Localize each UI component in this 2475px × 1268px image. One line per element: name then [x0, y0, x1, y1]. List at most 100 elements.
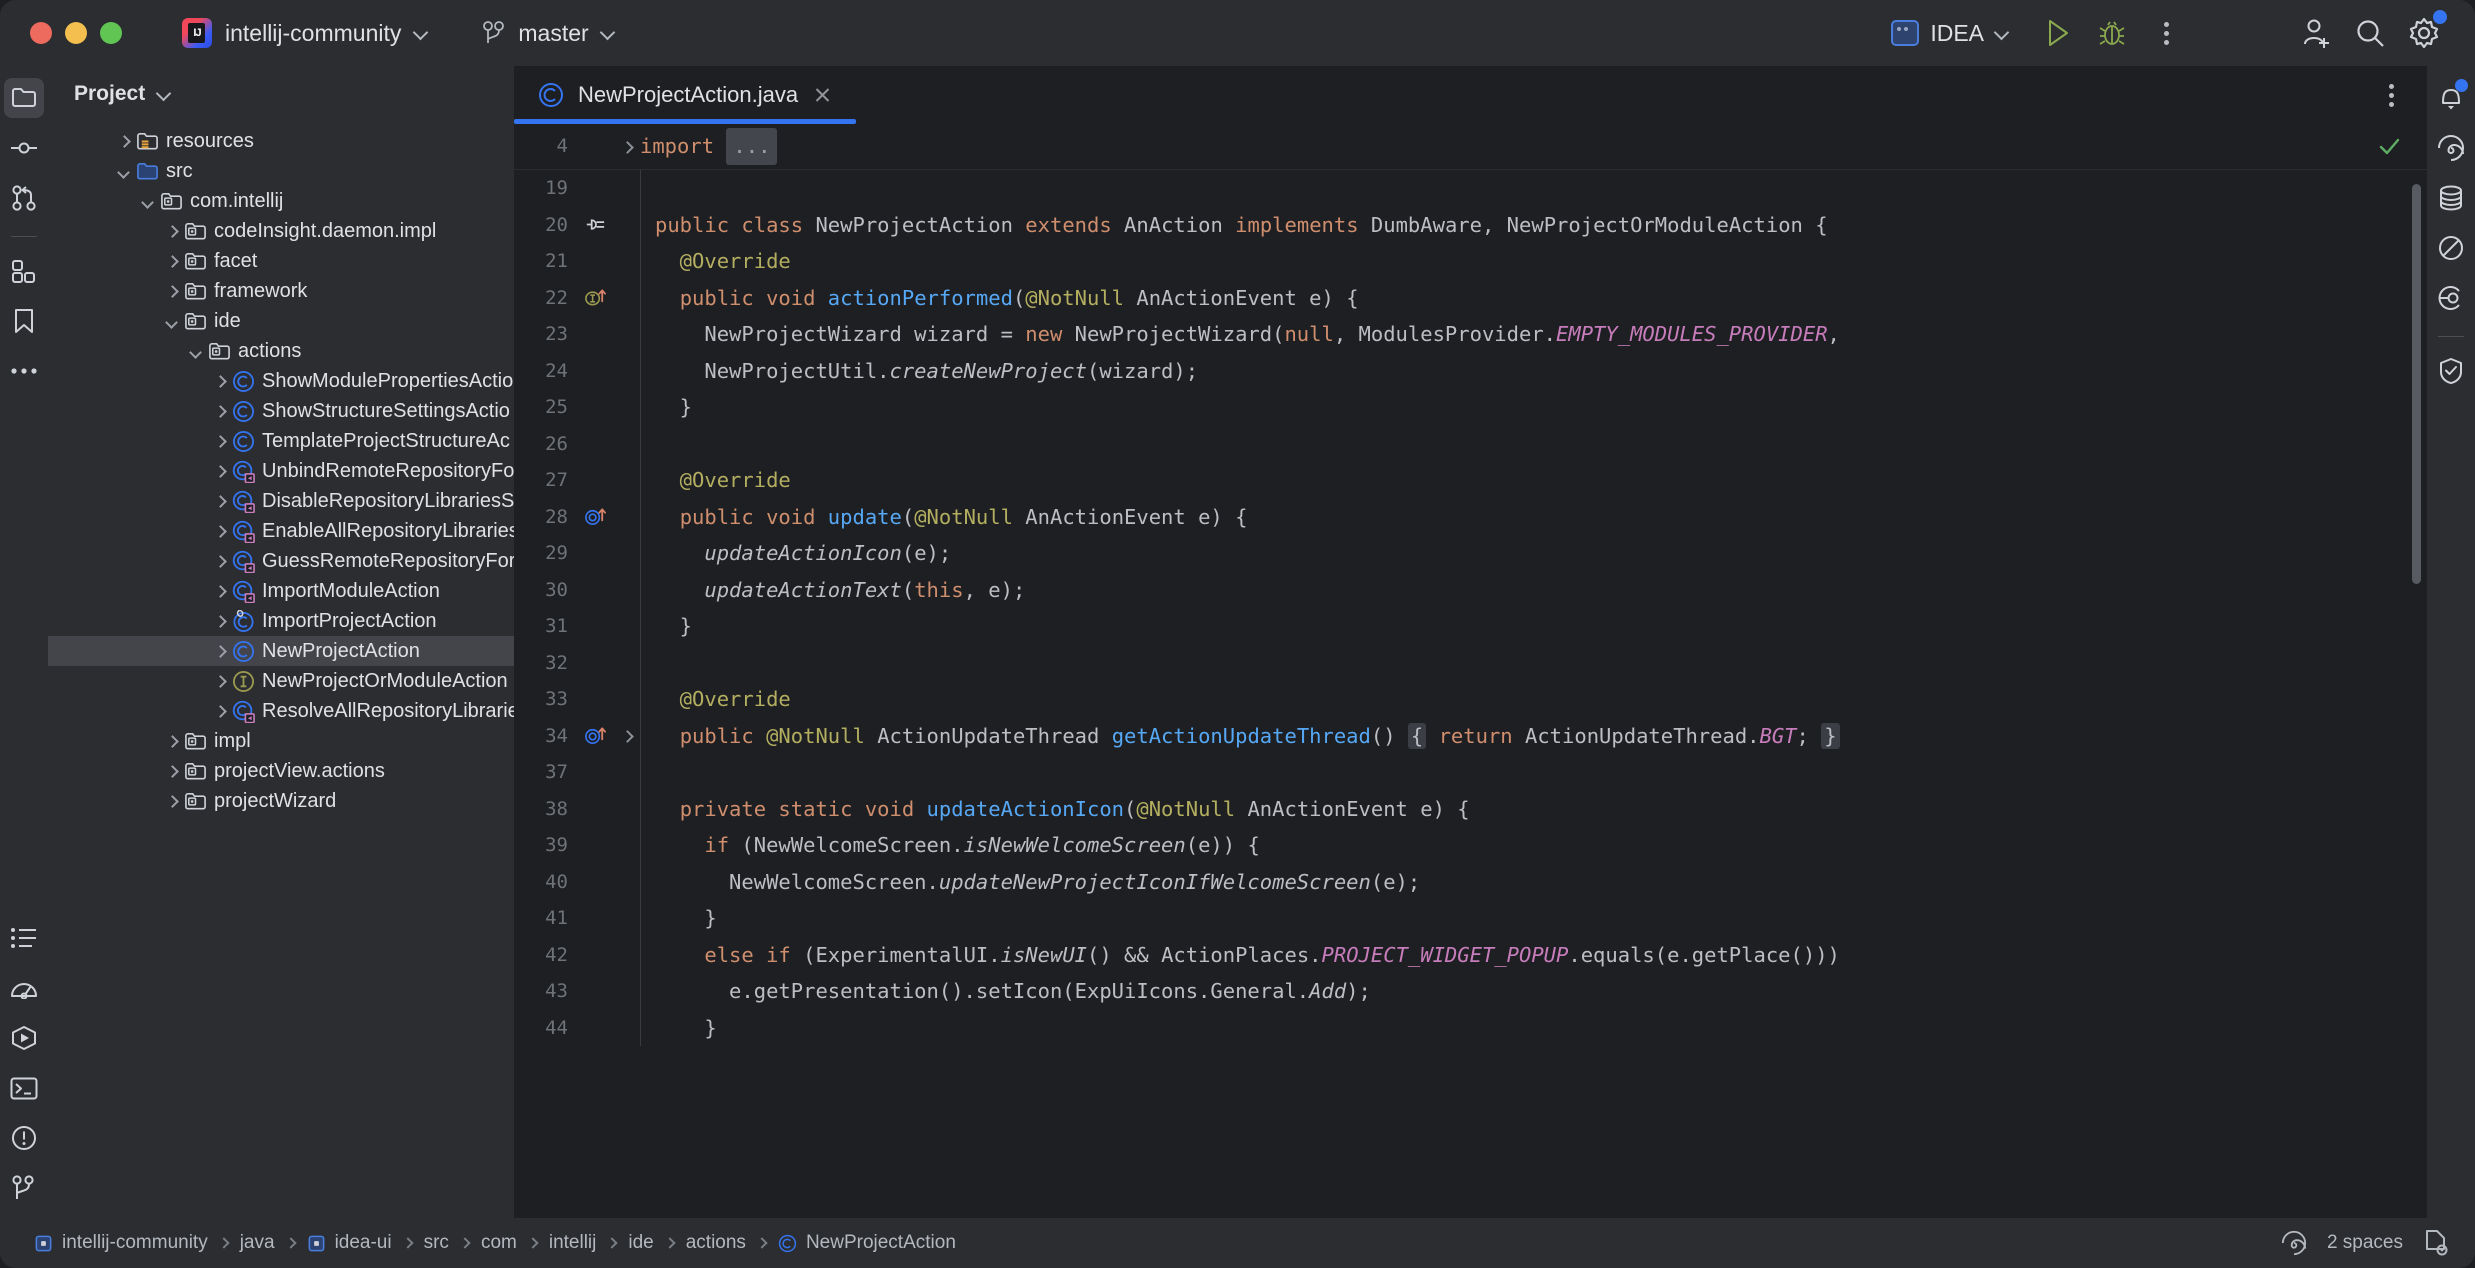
- run-button[interactable]: [2031, 6, 2085, 60]
- code-line[interactable]: 19: [514, 170, 2427, 207]
- breadcrumb[interactable]: intellij-community java idea-ui srccom intel…: [24, 1230, 966, 1256]
- sidebar-item-run[interactable]: [4, 1018, 44, 1058]
- breadcrumb-item[interactable]: src: [414, 1230, 459, 1256]
- gutter-marker[interactable]: [576, 505, 614, 528]
- tree-expand-toggle[interactable]: [208, 676, 230, 687]
- code-line[interactable]: 28 public void update(@NotNull AnActionE…: [514, 499, 2427, 536]
- code-line[interactable]: 33 @Override: [514, 681, 2427, 718]
- tree-item-showstructuresettingsactio[interactable]: ShowStructureSettingsActio: [48, 396, 514, 426]
- sidebar-item-ai-assistant[interactable]: [2431, 128, 2471, 168]
- sidebar-item-profiler[interactable]: [4, 968, 44, 1008]
- tree-expand-toggle[interactable]: [160, 316, 182, 327]
- gutter-marker[interactable]: [576, 213, 614, 236]
- fold-toggle[interactable]: [614, 142, 640, 152]
- tree-expand-toggle[interactable]: [208, 436, 230, 447]
- tree-item-src[interactable]: src: [48, 156, 514, 186]
- tree-item-newprojectaction[interactable]: NewProjectAction: [48, 636, 514, 666]
- tree-item-ide[interactable]: ide: [48, 306, 514, 336]
- debug-button[interactable]: [2085, 6, 2139, 60]
- sidebar-item-plugins[interactable]: [4, 251, 44, 291]
- sidebar-item-endpoints[interactable]: [2431, 278, 2471, 318]
- code-line[interactable]: 43 e.getPresentation().setIcon(ExpUiIcon…: [514, 973, 2427, 1010]
- tree-item-resources[interactable]: resources: [48, 126, 514, 156]
- tree-item-actions[interactable]: actions: [48, 336, 514, 366]
- tree-expand-toggle[interactable]: [136, 196, 158, 207]
- tree-expand-toggle[interactable]: [160, 286, 182, 297]
- fold-toggle[interactable]: [614, 731, 640, 741]
- code-line[interactable]: 20public class NewProjectAction extends …: [514, 207, 2427, 244]
- code-line[interactable]: 27 @Override: [514, 462, 2427, 499]
- breadcrumb-item[interactable]: intellij-community: [24, 1230, 218, 1256]
- code-editor[interactable]: 4 import ... 1920public class NewProject…: [514, 124, 2427, 1218]
- tree-item-projectview-actions[interactable]: projectView.actions: [48, 756, 514, 786]
- sidebar-item-project[interactable]: [4, 78, 44, 118]
- breadcrumb-item[interactable]: com: [471, 1230, 527, 1256]
- sidebar-item-security[interactable]: [2431, 351, 2471, 391]
- code-line[interactable]: 41 }: [514, 900, 2427, 937]
- tree-expand-toggle[interactable]: [208, 526, 230, 537]
- breadcrumb-item[interactable]: ide: [618, 1230, 663, 1256]
- code-line[interactable]: 42 else if (ExperimentalUI.isNewUI() && …: [514, 937, 2427, 974]
- tree-expand-toggle[interactable]: [112, 166, 134, 177]
- ai-assistant-status-button[interactable]: [2281, 1230, 2307, 1256]
- gutter-marker[interactable]: [576, 724, 614, 747]
- code-line[interactable]: 31 }: [514, 608, 2427, 645]
- tree-expand-toggle[interactable]: [160, 766, 182, 777]
- inspections-status-icon[interactable]: [2377, 135, 2401, 159]
- tree-expand-toggle[interactable]: [160, 226, 182, 237]
- tree-expand-toggle[interactable]: [208, 586, 230, 597]
- editor-scrollbar[interactable]: [2412, 184, 2421, 584]
- breadcrumb-item[interactable]: java: [230, 1230, 285, 1256]
- tree-expand-toggle[interactable]: [208, 406, 230, 417]
- code-line[interactable]: 32: [514, 645, 2427, 682]
- minimize-window-button[interactable]: [65, 22, 87, 44]
- code-line[interactable]: 26: [514, 426, 2427, 463]
- sidebar-item-version-control[interactable]: [4, 1168, 44, 1208]
- code-line[interactable]: 34 public @NotNull ActionUpdateThread ge…: [514, 718, 2427, 755]
- run-configuration-selector[interactable]: IDEA: [1879, 14, 2021, 53]
- tree-item-templateprojectstructureac[interactable]: TemplateProjectStructureAc: [48, 426, 514, 456]
- tree-item-showmodulepropertiesactio[interactable]: ShowModulePropertiesActio: [48, 366, 514, 396]
- maximize-window-button[interactable]: [100, 22, 122, 44]
- code-line[interactable]: 23 NewProjectWizard wizard = new NewProj…: [514, 316, 2427, 353]
- project-tree[interactable]: resourcessrccom.intellijcodeInsight.daem…: [48, 122, 514, 1218]
- code-line[interactable]: 38 private static void updateActionIcon(…: [514, 791, 2427, 828]
- indent-status-label[interactable]: 2 spaces: [2327, 1232, 2403, 1254]
- tree-item-impl[interactable]: impl: [48, 726, 514, 756]
- search-button[interactable]: [2343, 6, 2397, 60]
- code-line[interactable]: 21 @Override: [514, 243, 2427, 280]
- code-line[interactable]: 25 }: [514, 389, 2427, 426]
- code-line[interactable]: 40 NewWelcomeScreen.updateNewProjectIcon…: [514, 864, 2427, 901]
- gutter-marker[interactable]: [576, 286, 614, 309]
- chevron-down-icon[interactable]: [157, 87, 171, 101]
- sidebar-item-pull-requests[interactable]: [4, 178, 44, 218]
- sidebar-item-commit[interactable]: [4, 128, 44, 168]
- breadcrumb-item[interactable]: intellij: [539, 1230, 607, 1256]
- branch-selector[interactable]: master: [470, 14, 626, 53]
- sidebar-item-notifications[interactable]: [2431, 78, 2471, 118]
- editor-tab-newprojectaction[interactable]: NewProjectAction.java: [514, 66, 856, 124]
- tree-expand-toggle[interactable]: [208, 556, 230, 567]
- sidebar-item-terminal[interactable]: [4, 1068, 44, 1108]
- file-settings-button[interactable]: [2423, 1229, 2449, 1257]
- sidebar-item-bookmarks[interactable]: [4, 301, 44, 341]
- tree-item-importprojectaction[interactable]: ImportProjectAction: [48, 606, 514, 636]
- tree-item-guessremoterepositoryfore[interactable]: GuessRemoteRepositoryForE: [48, 546, 514, 576]
- code-line[interactable]: 37: [514, 754, 2427, 791]
- tree-expand-toggle[interactable]: [208, 646, 230, 657]
- tree-item-projectwizard[interactable]: projectWizard: [48, 786, 514, 816]
- breadcrumb-item[interactable]: idea-ui: [297, 1230, 402, 1256]
- breadcrumb-item[interactable]: actions: [676, 1230, 756, 1256]
- collapsed-imports[interactable]: ...: [726, 128, 777, 165]
- breadcrumb-item[interactable]: NewProjectAction: [768, 1230, 966, 1256]
- sidebar-item-todo[interactable]: [4, 918, 44, 958]
- tree-expand-toggle[interactable]: [208, 616, 230, 627]
- tree-item-com-intellij[interactable]: com.intellij: [48, 186, 514, 216]
- close-icon[interactable]: [812, 84, 834, 106]
- tree-item-facet[interactable]: facet: [48, 246, 514, 276]
- tree-item-newprojectormoduleaction[interactable]: NewProjectOrModuleAction: [48, 666, 514, 696]
- sidebar-item-database[interactable]: [2431, 178, 2471, 218]
- code-line[interactable]: 39 if (NewWelcomeScreen.isNewWelcomeScre…: [514, 827, 2427, 864]
- tree-item-disablerepositorylibrariessh[interactable]: DisableRepositoryLibrariesSh: [48, 486, 514, 516]
- code-line[interactable]: 24 NewProjectUtil.createNewProject(wizar…: [514, 353, 2427, 390]
